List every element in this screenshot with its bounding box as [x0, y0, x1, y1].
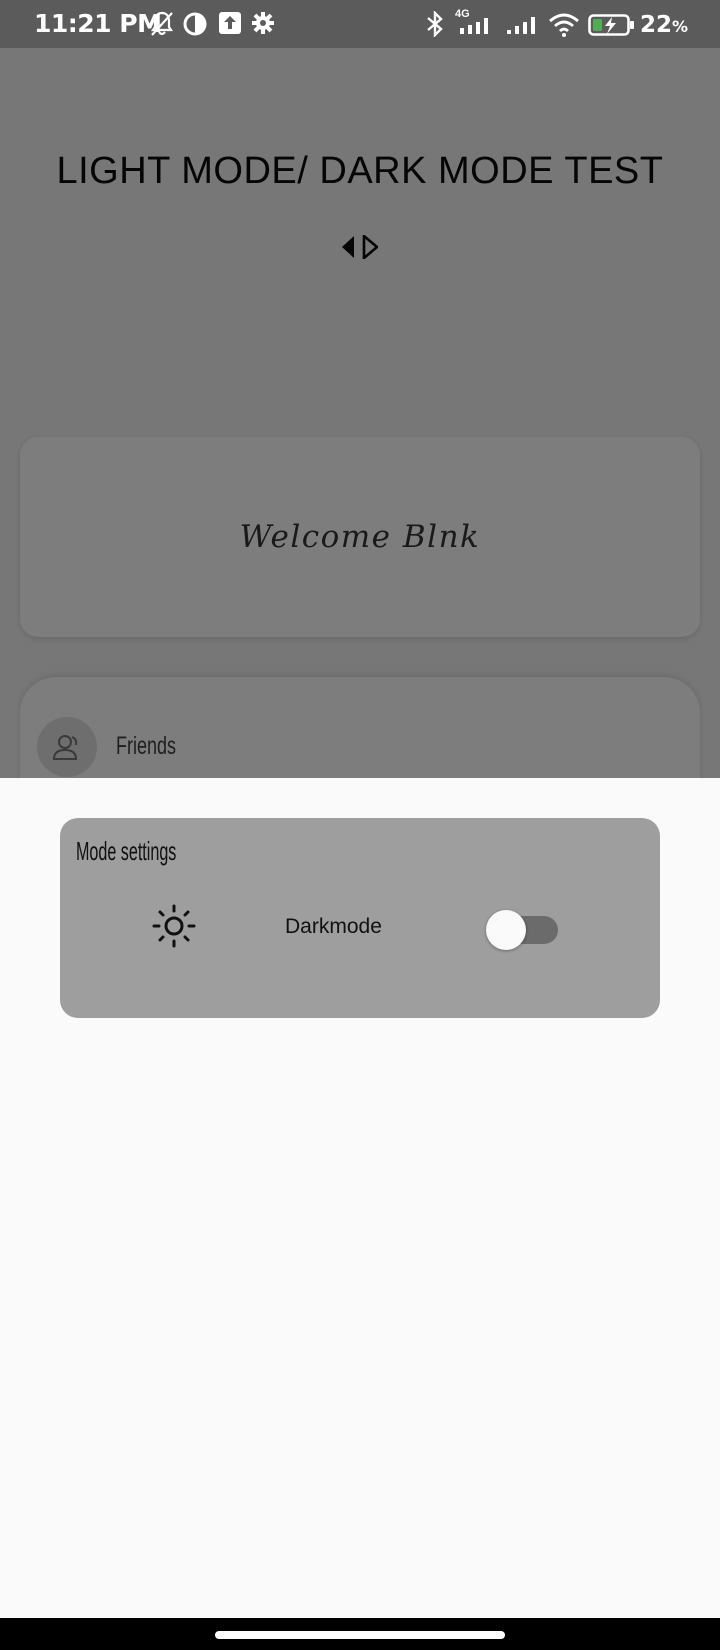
welcome-text: Welcome Blnk: [239, 519, 481, 555]
battery-percent: 22%: [640, 12, 689, 38]
welcome-card: Welcome Blnk: [20, 437, 700, 637]
battery-charging-icon: [588, 14, 634, 36]
settings-gear-icon: [252, 12, 274, 34]
data-saver-icon: [183, 12, 207, 36]
toggle-thumb: [486, 910, 526, 950]
mode-settings-title: Mode settings: [76, 836, 177, 866]
status-bar: 11:21 PM 4G 22%: [0, 0, 720, 48]
wifi-icon: [549, 13, 579, 37]
friends-icon: [52, 735, 78, 760]
friends-avatar: [37, 717, 97, 777]
signal-icon: [460, 18, 488, 34]
page-title: LIGHT MODE/ DARK MODE TEST: [56, 150, 664, 192]
friends-label: Friends: [116, 732, 177, 760]
darkmode-toggle[interactable]: [486, 910, 558, 950]
signal-icon: [507, 17, 535, 34]
status-time: 11:21 PM: [34, 9, 162, 38]
bottom-sheet: Mode settings Darkmode: [0, 778, 720, 1618]
upload-icon: [219, 12, 241, 34]
home-indicator[interactable]: [215, 1631, 505, 1639]
mode-settings-card: Mode settings Darkmode: [60, 818, 660, 1018]
bluetooth-icon: [427, 11, 443, 37]
darkmode-label: Darkmode: [285, 915, 382, 938]
sun-icon: [152, 904, 196, 948]
logo-icon: [342, 235, 378, 259]
navigation-bar: [0, 1618, 720, 1650]
muted-bell-icon: [150, 11, 174, 36]
